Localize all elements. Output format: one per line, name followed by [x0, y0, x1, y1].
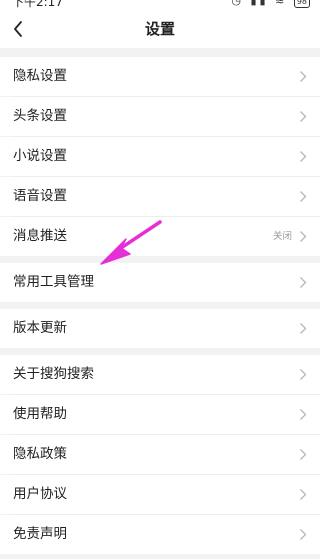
settings-item-label: 消息推送 — [13, 228, 67, 244]
settings-item-voice-settings[interactable]: 语音设置 — [0, 177, 320, 216]
settings-item-label: 免责声明 — [13, 526, 67, 542]
status-time: 下午2:17 — [12, 0, 63, 9]
chevron-right-icon — [300, 409, 307, 420]
chevron-right-icon — [300, 111, 307, 122]
settings-item-label: 隐私设置 — [13, 68, 67, 84]
chevron-right-icon — [300, 191, 307, 202]
settings-item-headline-settings[interactable]: 头条设置 — [0, 97, 320, 136]
chevron-right-icon — [300, 449, 307, 460]
chevron-right-icon — [300, 323, 307, 334]
settings-item-label: 常用工具管理 — [13, 274, 94, 290]
settings-item-label: 隐私政策 — [13, 446, 67, 462]
header-bar: 设置 — [0, 10, 320, 48]
settings-item-help[interactable]: 使用帮助 — [0, 395, 320, 434]
setting-value: 关闭 — [272, 231, 292, 242]
settings-item-label: 版本更新 — [13, 320, 67, 336]
settings-item-label: 小说设置 — [13, 148, 67, 164]
settings-item-common-tools-management[interactable]: 常用工具管理 — [0, 263, 320, 302]
chevron-right-icon — [300, 277, 307, 288]
settings-item-label: 语音设置 — [13, 188, 67, 204]
settings-item-label: 关于搜狗搜索 — [13, 366, 94, 382]
status-icons: ◷ ▮▮ ≋ 98 — [231, 0, 310, 8]
settings-item-version-update[interactable]: 版本更新 — [0, 309, 320, 348]
settings-item-privacy-settings[interactable]: 隐私设置 — [0, 57, 320, 96]
settings-item-label: 使用帮助 — [13, 406, 67, 422]
settings-item-novel-settings[interactable]: 小说设置 — [0, 137, 320, 176]
status-bar: 下午2:17 ◷ ▮▮ ≋ 98 — [0, 0, 320, 10]
settings-item-disclaimer[interactable]: 免责声明 — [0, 515, 320, 554]
status-indicator-icons: ◷ ▮▮ ≋ — [231, 0, 288, 7]
chevron-right-icon — [300, 529, 307, 540]
settings-item-privacy-policy[interactable]: 隐私政策 — [0, 435, 320, 474]
battery-icon: 98 — [293, 0, 310, 8]
chevron-right-icon — [300, 71, 307, 82]
chevron-right-icon — [300, 151, 307, 162]
settings-item-user-agreement[interactable]: 用户协议 — [0, 475, 320, 514]
chevron-right-icon — [300, 369, 307, 380]
chevron-right-icon — [300, 231, 307, 242]
settings-item-about[interactable]: 关于搜狗搜索 — [0, 355, 320, 394]
page-title: 设置 — [144, 20, 175, 38]
chevron-right-icon — [300, 489, 307, 500]
settings-item-message-push[interactable]: 消息推送 关闭 — [0, 217, 320, 256]
settings-item-label: 用户协议 — [13, 486, 67, 502]
settings-item-label: 头条设置 — [13, 108, 67, 124]
